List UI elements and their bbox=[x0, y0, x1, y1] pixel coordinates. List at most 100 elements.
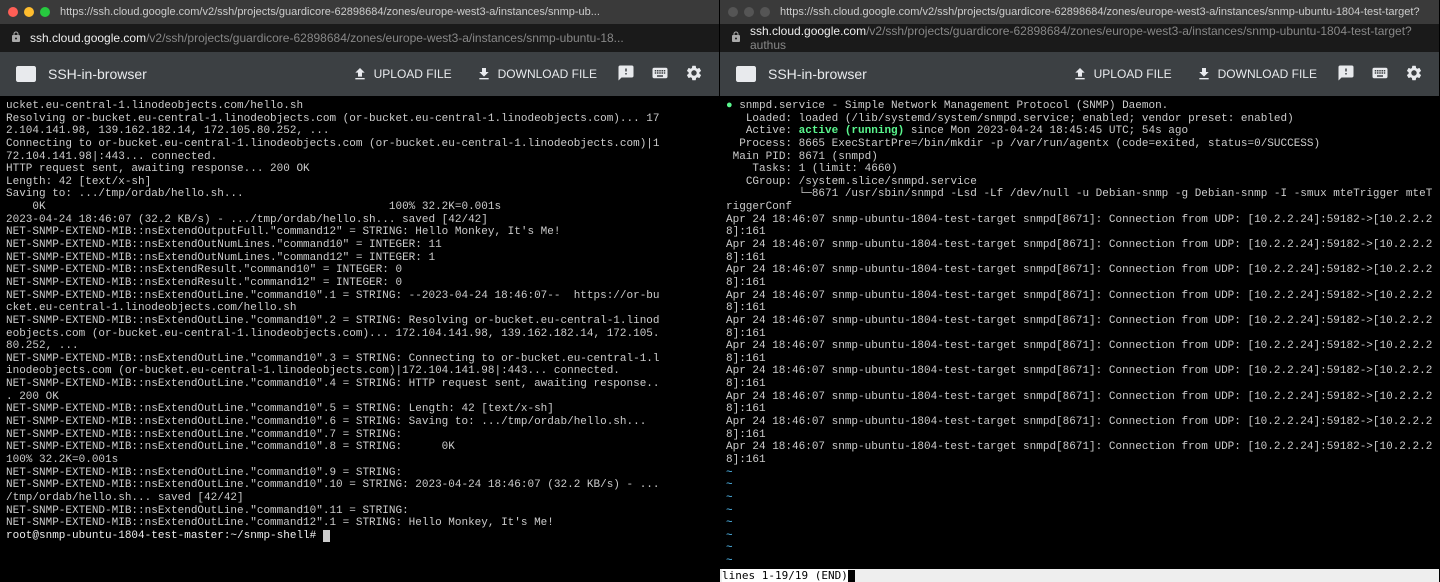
empty-line-tilde: ~ bbox=[726, 467, 1433, 480]
download-file-button[interactable]: DOWNLOAD FILE bbox=[468, 62, 605, 86]
close-window-button[interactable] bbox=[8, 7, 18, 17]
minimize-window-button[interactable] bbox=[24, 7, 34, 17]
empty-line-tilde: ~ bbox=[726, 517, 1433, 530]
terminal-right[interactable]: ● snmpd.service - Simple Network Managem… bbox=[720, 96, 1439, 569]
settings-icon[interactable] bbox=[1401, 60, 1427, 89]
feedback-icon[interactable] bbox=[613, 60, 639, 89]
terminal-line: Apr 24 18:46:07 snmp-ubuntu-1804-test-ta… bbox=[726, 416, 1433, 441]
terminal-line: NET-SNMP-EXTEND-MIB::nsExtendOutLine."co… bbox=[6, 315, 713, 328]
terminal-line: NET-SNMP-EXTEND-MIB::nsExtendOutLine."co… bbox=[6, 290, 713, 303]
download-icon bbox=[476, 66, 492, 82]
traffic-lights bbox=[728, 7, 770, 17]
terminal-line: 80.252, ... bbox=[6, 340, 713, 353]
terminal-line: └─8671 /usr/sbin/snmpd -Lsd -Lf /dev/nul… bbox=[726, 188, 1433, 213]
terminal-line: Apr 24 18:46:07 snmp-ubuntu-1804-test-ta… bbox=[726, 290, 1433, 315]
terminal-line: Apr 24 18:46:07 snmp-ubuntu-1804-test-ta… bbox=[726, 340, 1433, 365]
left-window: https://ssh.cloud.google.com/v2/ssh/proj… bbox=[0, 0, 720, 582]
window-title: https://ssh.cloud.google.com/v2/ssh/proj… bbox=[60, 6, 711, 18]
terminal-line: Resolving or-bucket.eu-central-1.linodeo… bbox=[6, 113, 713, 126]
empty-line-tilde: ~ bbox=[726, 542, 1433, 555]
terminal-line: Active: active (running) since Mon 2023-… bbox=[726, 125, 1433, 138]
empty-line-tilde: ~ bbox=[726, 555, 1433, 568]
terminal-line: Saving to: .../tmp/ordab/hello.sh... bbox=[6, 188, 713, 201]
empty-line-tilde: ~ bbox=[726, 492, 1433, 505]
terminal-line: NET-SNMP-EXTEND-MIB::nsExtendOutNumLines… bbox=[6, 252, 713, 265]
maximize-window-button[interactable] bbox=[40, 7, 50, 17]
terminal-line: ● snmpd.service - Simple Network Managem… bbox=[726, 100, 1433, 113]
terminal-line: Apr 24 18:46:07 snmp-ubuntu-1804-test-ta… bbox=[726, 441, 1433, 466]
terminal-line: NET-SNMP-EXTEND-MIB::nsExtendResult."com… bbox=[6, 264, 713, 277]
terminal-line: cket.eu-central-1.linodeobjects.com/hell… bbox=[6, 302, 713, 315]
download-icon bbox=[1196, 66, 1212, 82]
terminal-line: NET-SNMP-EXTEND-MIB::nsExtendOutLine."co… bbox=[6, 441, 713, 466]
pager-status-bar: lines 1-19/19 (END) bbox=[720, 569, 1439, 582]
terminal-line: Length: 42 [text/x-sh] bbox=[6, 176, 713, 189]
terminal-line: 0K 100% 32.2K=0.001s bbox=[6, 201, 713, 214]
empty-line-tilde: ~ bbox=[726, 479, 1433, 492]
terminal-line: Apr 24 18:46:07 snmp-ubuntu-1804-test-ta… bbox=[726, 315, 1433, 340]
keyboard-icon[interactable] bbox=[1367, 60, 1393, 89]
gcp-shell-icon bbox=[12, 60, 40, 88]
terminal-line: Apr 24 18:46:07 snmp-ubuntu-1804-test-ta… bbox=[726, 365, 1433, 390]
terminal-line: NET-SNMP-EXTEND-MIB::nsExtendOutLine."co… bbox=[6, 467, 713, 480]
titlebar: https://ssh.cloud.google.com/v2/ssh/proj… bbox=[0, 0, 719, 24]
terminal-line: NET-SNMP-EXTEND-MIB::nsExtendOutLine."co… bbox=[6, 416, 713, 429]
terminal-line: 72.104.141.98|:443... connected. bbox=[6, 151, 713, 164]
terminal-line: NET-SNMP-EXTEND-MIB::nsExtendOutLine."co… bbox=[6, 378, 713, 391]
terminal-line: Main PID: 8671 (snmpd) bbox=[726, 151, 1433, 164]
download-file-button[interactable]: DOWNLOAD FILE bbox=[1188, 62, 1325, 86]
titlebar: https://ssh.cloud.google.com/v2/ssh/proj… bbox=[720, 0, 1439, 24]
terminal-line: NET-SNMP-EXTEND-MIB::nsExtendOutLine."co… bbox=[6, 505, 713, 518]
url-bar[interactable]: ssh.cloud.google.com/v2/ssh/projects/gua… bbox=[720, 24, 1439, 52]
terminal-left[interactable]: ucket.eu-central-1.linodeobjects.com/hel… bbox=[0, 96, 719, 582]
terminal-line: NET-SNMP-EXTEND-MIB::nsExtendOutLine."co… bbox=[6, 403, 713, 416]
maximize-window-button[interactable] bbox=[760, 7, 770, 17]
empty-line-tilde: ~ bbox=[726, 505, 1433, 518]
terminal-line: NET-SNMP-EXTEND-MIB::nsExtendOutputFull.… bbox=[6, 226, 713, 239]
pager-status-text: lines 1-19/19 (END) bbox=[722, 569, 848, 582]
terminal-line: NET-SNMP-EXTEND-MIB::nsExtendOutNumLines… bbox=[6, 239, 713, 252]
upload-file-button[interactable]: UPLOAD FILE bbox=[1064, 62, 1180, 86]
url-text: ssh.cloud.google.com/v2/ssh/projects/gua… bbox=[750, 24, 1429, 52]
lock-icon bbox=[10, 31, 22, 46]
terminal-line: Loaded: loaded (/lib/systemd/system/snmp… bbox=[726, 113, 1433, 126]
toolbar-title: SSH-in-browser bbox=[768, 66, 1056, 82]
terminal-line: Apr 24 18:46:07 snmp-ubuntu-1804-test-ta… bbox=[726, 391, 1433, 416]
terminal-line: HTTP request sent, awaiting response... … bbox=[6, 163, 713, 176]
close-window-button[interactable] bbox=[728, 7, 738, 17]
upload-icon bbox=[352, 66, 368, 82]
terminal-line: 2.104.141.98, 139.162.182.14, 172.105.80… bbox=[6, 125, 713, 138]
terminal-line: inodeobjects.com (or-bucket.eu-central-1… bbox=[6, 365, 713, 378]
terminal-line: Apr 24 18:46:07 snmp-ubuntu-1804-test-ta… bbox=[726, 264, 1433, 289]
right-window: https://ssh.cloud.google.com/v2/ssh/proj… bbox=[720, 0, 1440, 582]
url-text: ssh.cloud.google.com/v2/ssh/projects/gua… bbox=[30, 31, 624, 45]
terminal-line: CGroup: /system.slice/snmpd.service bbox=[726, 176, 1433, 189]
terminal-line: NET-SNMP-EXTEND-MIB::nsExtendOutLine."co… bbox=[6, 479, 713, 492]
cursor bbox=[848, 570, 855, 582]
settings-icon[interactable] bbox=[681, 60, 707, 89]
terminal-line: 2023-04-24 18:46:07 (32.2 KB/s) - .../tm… bbox=[6, 214, 713, 227]
prompt-line[interactable]: root@snmp-ubuntu-1804-test-master:~/snmp… bbox=[6, 530, 713, 543]
upload-icon bbox=[1072, 66, 1088, 82]
ssh-toolbar: SSH-in-browser UPLOAD FILE DOWNLOAD FILE bbox=[0, 52, 719, 96]
empty-line-tilde: ~ bbox=[726, 530, 1433, 543]
minimize-window-button[interactable] bbox=[744, 7, 754, 17]
ssh-toolbar: SSH-in-browser UPLOAD FILE DOWNLOAD FILE bbox=[720, 52, 1439, 96]
terminal-line: Apr 24 18:46:07 snmp-ubuntu-1804-test-ta… bbox=[726, 214, 1433, 239]
keyboard-icon[interactable] bbox=[647, 60, 673, 89]
terminal-line: NET-SNMP-EXTEND-MIB::nsExtendOutLine."co… bbox=[6, 429, 713, 442]
terminal-line: NET-SNMP-EXTEND-MIB::nsExtendOutLine."co… bbox=[6, 517, 713, 530]
terminal-line: ucket.eu-central-1.linodeobjects.com/hel… bbox=[6, 100, 713, 113]
url-bar[interactable]: ssh.cloud.google.com/v2/ssh/projects/gua… bbox=[0, 24, 719, 52]
traffic-lights bbox=[8, 7, 50, 17]
upload-file-button[interactable]: UPLOAD FILE bbox=[344, 62, 460, 86]
gcp-shell-icon bbox=[732, 60, 760, 88]
terminal-line: /tmp/ordab/hello.sh... saved [42/42] bbox=[6, 492, 713, 505]
terminal-line: NET-SNMP-EXTEND-MIB::nsExtendResult."com… bbox=[6, 277, 713, 290]
terminal-line: . 200 OK bbox=[6, 391, 713, 404]
window-title: https://ssh.cloud.google.com/v2/ssh/proj… bbox=[780, 6, 1431, 18]
lock-icon bbox=[730, 31, 742, 46]
terminal-line: NET-SNMP-EXTEND-MIB::nsExtendOutLine."co… bbox=[6, 353, 713, 366]
terminal-line: Connecting to or-bucket.eu-central-1.lin… bbox=[6, 138, 713, 151]
feedback-icon[interactable] bbox=[1333, 60, 1359, 89]
